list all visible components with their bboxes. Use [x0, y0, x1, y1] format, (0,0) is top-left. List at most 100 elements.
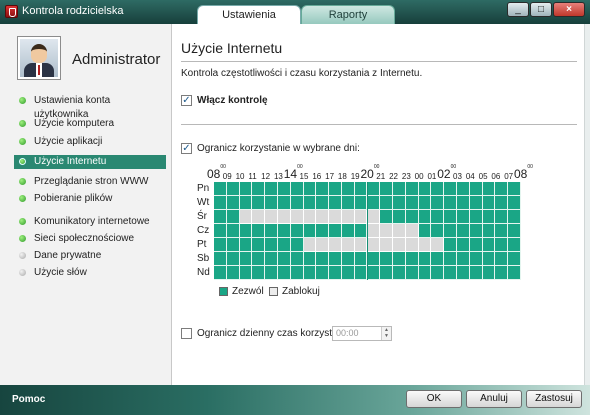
schedule-cell[interactable] [277, 238, 291, 252]
schedule-cell[interactable] [316, 210, 330, 224]
schedule-cell[interactable] [239, 252, 253, 266]
schedule-cell[interactable] [418, 266, 432, 280]
minimize-button[interactable]: _ [507, 2, 529, 17]
schedule-cell[interactable] [495, 210, 509, 224]
avatar[interactable] [17, 36, 61, 80]
schedule-cell[interactable] [367, 252, 381, 266]
maximize-button[interactable]: □ [530, 2, 552, 17]
schedule-cell[interactable] [508, 238, 521, 252]
schedule-cell[interactable] [380, 210, 394, 224]
schedule-cell[interactable] [341, 196, 355, 210]
schedule-cell[interactable] [431, 210, 445, 224]
close-button[interactable]: × [553, 2, 585, 17]
schedule-cell[interactable] [367, 210, 381, 224]
schedule-cell[interactable] [341, 266, 355, 280]
schedule-cell[interactable] [214, 266, 227, 280]
cancel-button[interactable]: Anuluj [466, 390, 522, 408]
schedule-cell[interactable] [329, 224, 342, 238]
schedule-cell[interactable] [380, 238, 394, 252]
schedule-cell[interactable] [457, 224, 470, 238]
schedule-cell[interactable] [354, 210, 368, 224]
schedule-cell[interactable] [214, 224, 227, 238]
schedule-cell[interactable] [214, 182, 227, 196]
schedule-cell[interactable] [495, 238, 509, 252]
schedule-cell[interactable] [482, 210, 496, 224]
schedule-cell[interactable] [265, 266, 278, 280]
schedule-cell[interactable] [431, 238, 445, 252]
schedule-cell[interactable] [303, 196, 317, 210]
schedule-cell[interactable] [444, 252, 458, 266]
schedule-cell[interactable] [444, 210, 458, 224]
schedule-cell[interactable] [252, 196, 266, 210]
sidebar-item-word-usage[interactable]: Użycie słów [14, 266, 166, 280]
sidebar-item-computer-use[interactable]: Użycie komputera [14, 117, 166, 131]
schedule-cell[interactable] [341, 224, 355, 238]
schedule-cell[interactable] [508, 252, 521, 266]
schedule-cell[interactable] [393, 182, 406, 196]
schedule-cell[interactable] [393, 224, 406, 238]
schedule-cell[interactable] [418, 238, 432, 252]
schedule-cell[interactable] [469, 266, 483, 280]
schedule-cell[interactable] [393, 266, 406, 280]
schedule-cell[interactable] [380, 252, 394, 266]
schedule-cell[interactable] [329, 238, 342, 252]
schedule-cell[interactable] [316, 196, 330, 210]
schedule-cell[interactable] [469, 210, 483, 224]
schedule-cell[interactable] [354, 252, 368, 266]
schedule-cell[interactable] [226, 182, 240, 196]
schedule-cell[interactable] [405, 266, 419, 280]
schedule-cell[interactable] [482, 224, 496, 238]
schedule-cell[interactable] [418, 196, 432, 210]
schedule-cell[interactable] [277, 182, 291, 196]
schedule-cell[interactable] [277, 224, 291, 238]
schedule-cell[interactable] [393, 210, 406, 224]
schedule-cell[interactable] [329, 266, 342, 280]
schedule-cell[interactable] [469, 224, 483, 238]
schedule-cell[interactable] [431, 196, 445, 210]
schedule-cell[interactable] [252, 182, 266, 196]
schedule-cell[interactable] [367, 182, 381, 196]
schedule-cell[interactable] [316, 238, 330, 252]
schedule-cell[interactable] [469, 238, 483, 252]
schedule-cell[interactable] [226, 238, 240, 252]
schedule-cell[interactable] [214, 238, 227, 252]
schedule-cell[interactable] [495, 266, 509, 280]
schedule-cell[interactable] [354, 266, 368, 280]
schedule-cell[interactable] [277, 210, 291, 224]
schedule-cell[interactable] [277, 266, 291, 280]
schedule-cell[interactable] [495, 224, 509, 238]
schedule-cell[interactable] [265, 252, 278, 266]
schedule-cell[interactable] [380, 224, 394, 238]
limit-days-checkbox[interactable]: ✓ [181, 143, 192, 154]
schedule-cell[interactable] [239, 266, 253, 280]
schedule-cell[interactable] [226, 224, 240, 238]
schedule-cell[interactable] [252, 238, 266, 252]
schedule-cell[interactable] [303, 238, 317, 252]
schedule-cell[interactable] [290, 210, 304, 224]
daily-limit-label[interactable]: Ogranicz dzienny czas korzystania: [197, 328, 354, 339]
schedule-cell[interactable] [214, 210, 227, 224]
schedule-cell[interactable] [380, 182, 394, 196]
tab-reports[interactable]: Raporty [301, 5, 395, 25]
schedule-cell[interactable] [418, 182, 432, 196]
schedule-cell[interactable] [226, 196, 240, 210]
schedule-cell[interactable] [495, 196, 509, 210]
schedule-cell[interactable] [316, 252, 330, 266]
schedule-cell[interactable] [265, 182, 278, 196]
schedule-cell[interactable] [341, 238, 355, 252]
schedule-cell[interactable] [329, 252, 342, 266]
schedule-cell[interactable] [495, 182, 509, 196]
sidebar-item-account-settings[interactable]: Ustawienia konta użytkownika [14, 94, 166, 120]
schedule-cell[interactable] [431, 266, 445, 280]
schedule-cell[interactable] [303, 210, 317, 224]
schedule-cell[interactable] [431, 224, 445, 238]
schedule-cell[interactable] [405, 238, 419, 252]
schedule-cell[interactable] [444, 196, 458, 210]
schedule-cell[interactable] [252, 252, 266, 266]
schedule-cell[interactable] [354, 196, 368, 210]
daily-limit-checkbox[interactable] [181, 328, 192, 339]
schedule-cell[interactable] [393, 238, 406, 252]
schedule-cell[interactable] [482, 252, 496, 266]
limit-days-label[interactable]: Ogranicz korzystanie w wybrane dni: [197, 143, 360, 154]
schedule-cell[interactable] [393, 252, 406, 266]
